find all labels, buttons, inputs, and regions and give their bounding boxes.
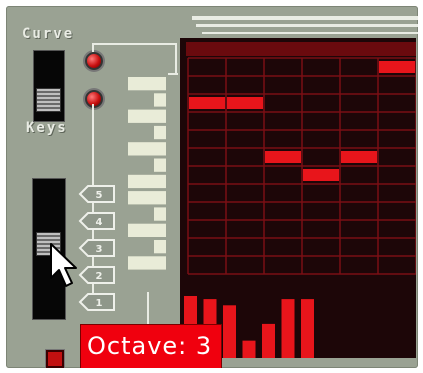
- note-cell[interactable]: [189, 97, 225, 109]
- velocity-bar[interactable]: [223, 305, 236, 358]
- velocity-bar[interactable]: [262, 323, 275, 358]
- curve-keys-switch[interactable]: [33, 50, 65, 122]
- octave-button-label: 4: [96, 217, 103, 228]
- white-key[interactable]: [128, 223, 166, 237]
- top-rail: [202, 32, 418, 34]
- octave-button-5[interactable]: 5: [78, 185, 115, 203]
- octave-button-label: 1: [96, 298, 103, 309]
- black-key[interactable]: [154, 93, 166, 107]
- white-key[interactable]: [128, 256, 166, 270]
- velocity-bar[interactable]: [301, 299, 314, 358]
- velocity-bar[interactable]: [242, 340, 256, 358]
- grid-header-bar: [186, 42, 416, 56]
- red-square-button[interactable]: [46, 350, 64, 368]
- black-key[interactable]: [154, 207, 166, 221]
- octave-button-1[interactable]: 1: [78, 293, 115, 311]
- black-key[interactable]: [154, 158, 166, 172]
- white-key[interactable]: [128, 174, 166, 189]
- octave-button-4[interactable]: 4: [78, 212, 115, 230]
- note-cell[interactable]: [265, 151, 301, 163]
- pattern-grid: [180, 38, 416, 358]
- note-cell[interactable]: [379, 61, 415, 73]
- sequencer-panel: Curve Keys 5 4 3 2 1 Octave: 3: [6, 6, 418, 368]
- sequencer-window: Curve Keys 5 4 3 2 1 Octave: 3: [0, 0, 423, 373]
- keys-label: Keys: [26, 120, 68, 136]
- note-cell[interactable]: [341, 151, 377, 163]
- white-key[interactable]: [128, 191, 166, 205]
- curve-label: Curve: [22, 26, 75, 42]
- octave-button-label: 2: [96, 271, 103, 282]
- piano-keys: [128, 77, 166, 270]
- white-key[interactable]: [128, 142, 166, 156]
- white-key[interactable]: [128, 109, 166, 123]
- octave-tooltip: Octave: 3: [80, 324, 222, 368]
- top-rail: [192, 16, 418, 20]
- top-rail: [196, 24, 418, 27]
- octave-tooltip-text: Octave: 3: [87, 332, 213, 360]
- mouse-cursor-icon: [50, 243, 77, 287]
- note-cell[interactable]: [227, 97, 263, 109]
- white-key[interactable]: [128, 77, 166, 91]
- note-cell[interactable]: [303, 169, 339, 181]
- velocity-bar[interactable]: [281, 299, 295, 358]
- black-key[interactable]: [154, 240, 166, 254]
- switch-handle[interactable]: [36, 88, 61, 112]
- octave-button-label: 3: [96, 244, 103, 255]
- black-key[interactable]: [154, 125, 166, 140]
- octave-button-label: 5: [96, 190, 103, 201]
